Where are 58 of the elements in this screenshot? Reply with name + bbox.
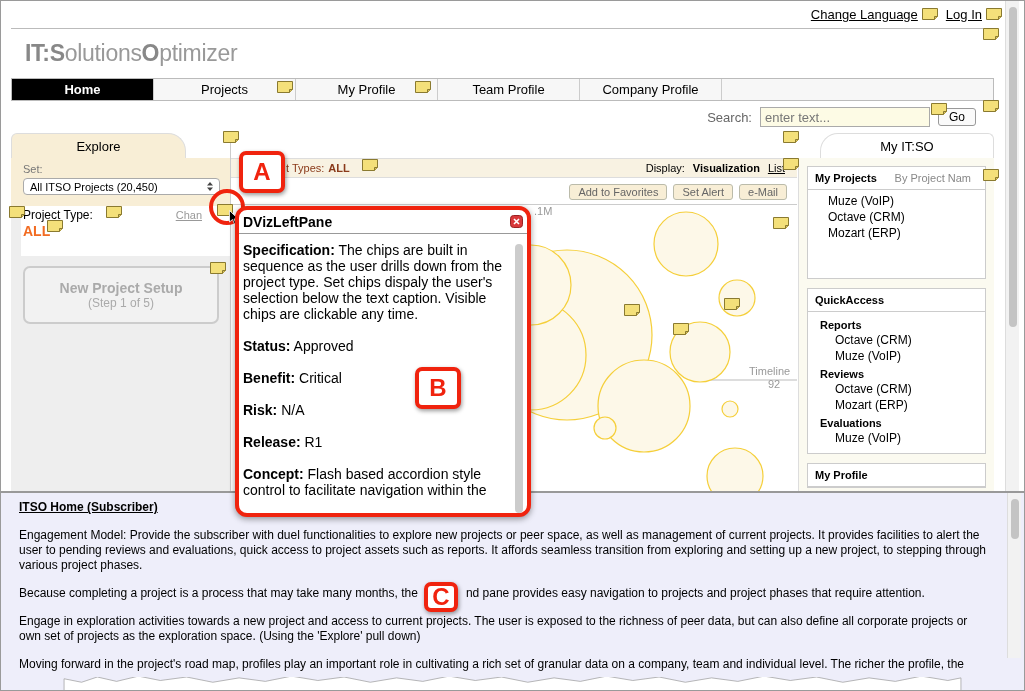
section-title: QuickAccess — [815, 294, 885, 306]
project-link[interactable]: Mozart (ERP) — [835, 398, 908, 412]
chevron-icon — [207, 182, 213, 191]
chip-label: t Types: — [286, 162, 325, 174]
paragraph: Moving forward in the project's road map, profiles play an important role in cultivating a rich set of granular data on a company, team and individual level. The richer the profile, the — [19, 657, 965, 672]
spec-field: Release: R1 — [243, 434, 509, 450]
scrollbar[interactable] — [1005, 1, 1019, 491]
set-select[interactable]: All ITSO Projects (20,450) — [23, 178, 220, 195]
paragraph: Because completing a project is a process that may take many months, the — [19, 586, 418, 601]
action-button[interactable]: e-Mail — [739, 184, 787, 200]
action-button[interactable]: Set Alert — [673, 184, 734, 200]
project-type-value: ALL — [23, 223, 51, 239]
project-link[interactable]: Mozart (ERP) — [828, 226, 901, 240]
axis-label: Timeline — [749, 365, 791, 377]
display-option[interactable]: Visualization — [692, 162, 760, 174]
axis-label: 92 — [768, 378, 781, 390]
popup-title: DVizLeftPane — [243, 213, 333, 230]
nav-tab[interactable]: Company Profile — [580, 79, 722, 101]
spec-field: Status: Approved — [243, 338, 509, 354]
display-label: Display: — [645, 162, 685, 174]
project-link[interactable]: Muze (VoIP) — [835, 431, 902, 445]
spec-field: Specification: The chips are built in sequence as the user drills down from the project type. Set chips dispaly the user's selection below the text caption. Visible chips are clickable any time. — [243, 242, 509, 322]
section-title: My Projects — [815, 172, 877, 184]
project-link[interactable]: Muze (VoIP) — [835, 349, 902, 363]
sort-label[interactable]: By Project Nam — [894, 172, 971, 184]
logo: IT:SolutionsOptimizer — [24, 39, 238, 69]
scrollbar[interactable] — [1007, 493, 1021, 658]
callout-label: A — [239, 151, 285, 193]
explore-tab[interactable]: Explore — [11, 133, 186, 158]
project-link[interactable]: Octave (CRM) — [835, 333, 912, 347]
nav-tab[interactable]: Home — [12, 79, 154, 101]
group-title: Reviews — [820, 368, 866, 380]
group-title: Evaluations — [820, 417, 883, 429]
project-link[interactable]: Octave (CRM) — [835, 382, 912, 396]
header-link[interactable]: Log In — [945, 6, 982, 22]
scrollbar[interactable] — [515, 244, 523, 513]
header-link[interactable]: Change Language — [810, 6, 918, 22]
paragraph: Engagement Model: Provide the subscriber with duel functionalities to explore new projects or peer space, as well as management of current projects. It provides facilities to alert the user to pending reviews and evaluations, quick access to project assets such as reports. It affords seamless transition from exploring and setting up a new project, to stepping through various project phases. — [19, 528, 987, 573]
action-button[interactable]: Add to Favorites — [569, 184, 668, 200]
paragraph: nd pane provides easy navigation to projects and project phases that require attention. — [465, 586, 925, 601]
callout-label: C — [424, 582, 458, 612]
my-itso-tab[interactable]: My IT:SO — [820, 133, 994, 158]
description-title: ITSO Home (Subscriber) — [19, 500, 159, 515]
group-title: Reports — [820, 319, 863, 331]
paragraph: Engage in exploration activities towards a new project and access to current projects. The user is exposed to the richness of peer data, but can also define all corporate projects or own set of projects as the exploration space. (Using the 'Explore' pull down) — [19, 614, 969, 644]
set-label: Set: — [23, 163, 44, 175]
section-title: My Profile — [815, 469, 868, 481]
axis-label: .1M — [534, 205, 553, 217]
chip-value[interactable]: ALL — [328, 162, 350, 174]
project-type-label: Project Type: — [23, 208, 93, 222]
search-field[interactable]: enter text... — [760, 107, 930, 128]
note-icon[interactable] — [217, 204, 233, 216]
search-label: Search: — [707, 109, 752, 125]
project-link[interactable]: Octave (CRM) — [828, 210, 905, 224]
spec-field: Concept: Flash based accordion style control to facilitate navigation within the — [243, 466, 509, 498]
close-icon[interactable] — [510, 215, 523, 228]
project-link[interactable]: Muze (VoIP) — [828, 194, 895, 208]
nav-tab[interactable]: Team Profile — [438, 79, 580, 101]
